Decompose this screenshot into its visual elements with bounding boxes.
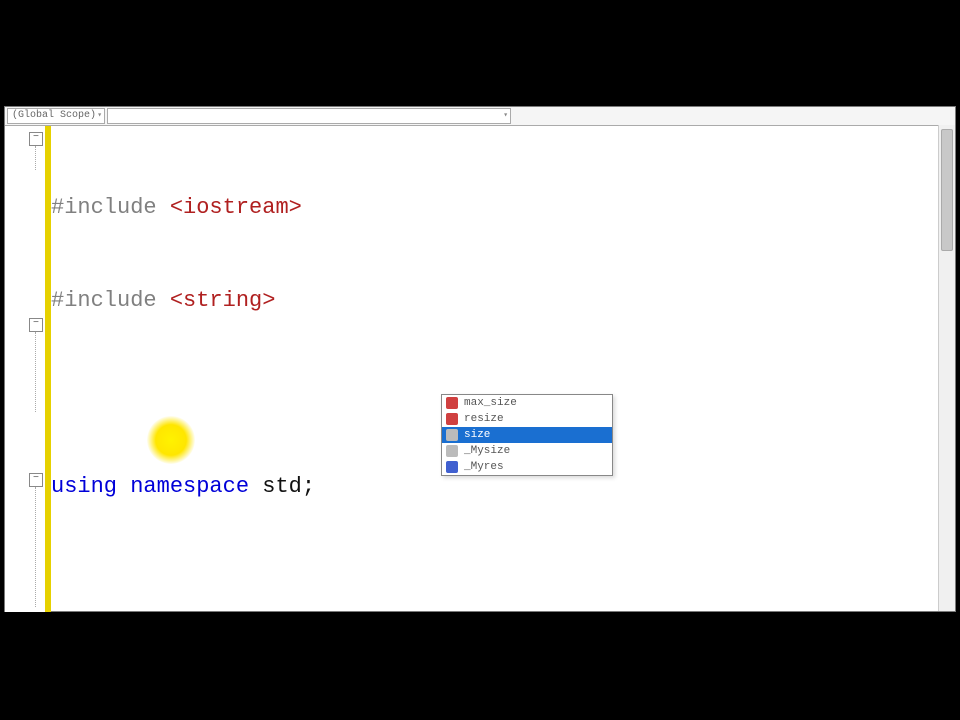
- keyword: namespace: [130, 471, 249, 502]
- fold-line: [35, 146, 36, 170]
- editor-window: (Global Scope) − − − #include <iostream>…: [4, 106, 956, 612]
- fold-line: [35, 332, 36, 412]
- intellisense-item[interactable]: _Myres: [442, 459, 612, 475]
- include-target: <string>: [170, 285, 276, 316]
- preproc: #include: [51, 285, 157, 316]
- code-line[interactable]: #include <string>: [51, 285, 955, 316]
- method-icon: [446, 397, 458, 409]
- intellisense-item[interactable]: resize: [442, 411, 612, 427]
- fold-toggle[interactable]: −: [29, 318, 43, 332]
- code-area[interactable]: #include <iostream> #include <string> us…: [51, 130, 955, 612]
- intellisense-popup[interactable]: max_size resize size _Mysize _Myres: [441, 394, 613, 476]
- method-icon: [446, 429, 458, 441]
- keyword: using: [51, 471, 117, 502]
- field-icon: [446, 445, 458, 457]
- scrollbar-thumb[interactable]: [941, 129, 953, 251]
- intellisense-label: _Mysize: [464, 443, 510, 459]
- gutter: [5, 126, 45, 612]
- fold-toggle[interactable]: −: [29, 473, 43, 487]
- member-dropdown[interactable]: [107, 108, 511, 124]
- vertical-scrollbar[interactable]: [938, 125, 955, 611]
- code-line[interactable]: [51, 564, 955, 595]
- intellisense-label: max_size: [464, 395, 517, 411]
- include-target: <iostream>: [170, 192, 302, 223]
- code-line[interactable]: #include <iostream>: [51, 192, 955, 223]
- scope-label: (Global Scope): [12, 110, 96, 121]
- code-editor[interactable]: − − − #include <iostream> #include <stri…: [5, 126, 955, 612]
- method-icon: [446, 413, 458, 425]
- fold-line: [35, 487, 36, 607]
- intellisense-item-selected[interactable]: size: [442, 427, 612, 443]
- preproc: #include: [51, 192, 157, 223]
- text: std;: [249, 471, 315, 502]
- intellisense-label: size: [464, 427, 490, 443]
- scope-dropdown[interactable]: (Global Scope): [7, 108, 105, 124]
- intellisense-label: _Myres: [464, 459, 504, 475]
- intellisense-item[interactable]: max_size: [442, 395, 612, 411]
- intellisense-item[interactable]: _Mysize: [442, 443, 612, 459]
- field-icon: [446, 461, 458, 473]
- scope-bar: (Global Scope): [5, 107, 955, 126]
- intellisense-label: resize: [464, 411, 504, 427]
- fold-toggle[interactable]: −: [29, 132, 43, 146]
